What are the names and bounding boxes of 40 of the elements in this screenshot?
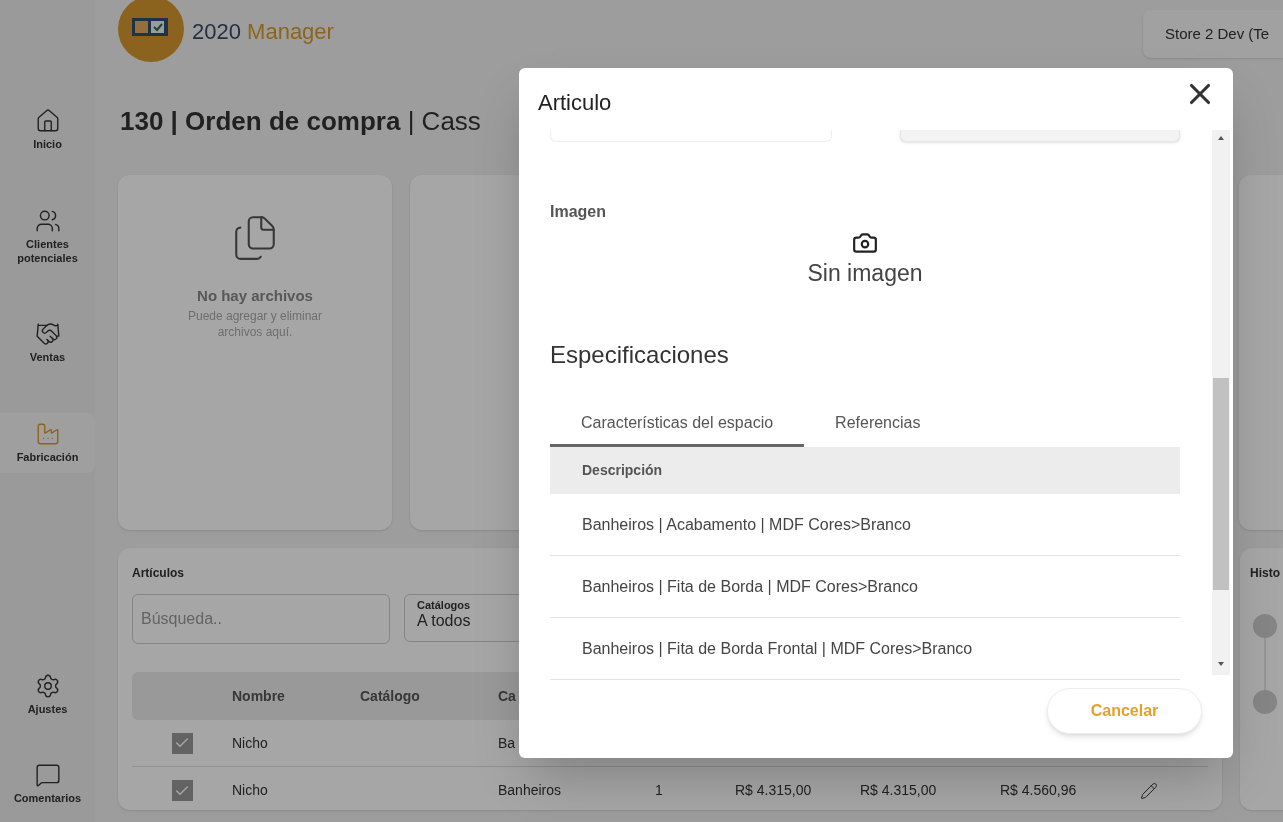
table-cell-text: Banheiros | Fita de Borda | MDF Cores>Branco [582,576,918,597]
specs-title: Especificaciones [550,339,729,370]
sidebar-item[interactable]: Clientes potenciales [0,199,95,274]
logo-text: 2020 Manager [192,17,334,46]
table-cell-text: Banheiros | Acabamento | MDF Cores>Branco [582,514,911,535]
field-box[interactable] [900,130,1180,142]
column-header: Descripción [582,460,663,480]
settings-icon [34,672,61,699]
table-cell: Ba [498,734,516,751]
column-header: Nombre [232,686,286,706]
articles-title: Artículos [132,565,185,582]
table-cell: R$ 4.315,00 [735,782,812,798]
table-cell: Nicho [232,734,268,751]
dialog-title: Articulo [538,88,612,117]
row-checkbox[interactable] [171,780,193,801]
table-cell: 1 [655,782,663,798]
image-label: Imagen [550,202,606,222]
empty-title: No hay archivos [197,286,313,306]
column-header: Ca [498,686,517,706]
sidebar-item[interactable]: Inicio [0,100,95,160]
table-cell: R$ 4.315,00 [860,782,937,798]
history-title: Histo [1250,565,1281,582]
handshake-icon [34,321,61,348]
pencil-icon[interactable] [1140,781,1158,800]
row-checkbox[interactable] [171,732,193,754]
column-header: Catálogo [360,686,421,706]
sidebar-item[interactable]: Ajustes [0,664,95,725]
no-image-text: Sin imagen [807,259,923,288]
sidebar-item[interactable]: Ventas [0,313,95,373]
page-title: 130 | Orden de compra | Cass [120,106,481,136]
sidebar-item[interactable]: Fabricación [0,413,95,473]
table-cell: Banheiros [498,782,562,798]
tab[interactable]: Referencias [804,402,952,447]
search-field[interactable]: Búsqueda.. [132,594,390,644]
speech-bubble-icon [34,762,61,789]
sidebar-item[interactable]: Comentarios [0,754,95,814]
store-button[interactable]: Store 2 Dev (Te [1143,10,1283,58]
table-cell: Nicho [232,782,268,798]
table-cell: R$ 4.560,96 [1000,782,1077,798]
camera-icon [852,230,878,256]
